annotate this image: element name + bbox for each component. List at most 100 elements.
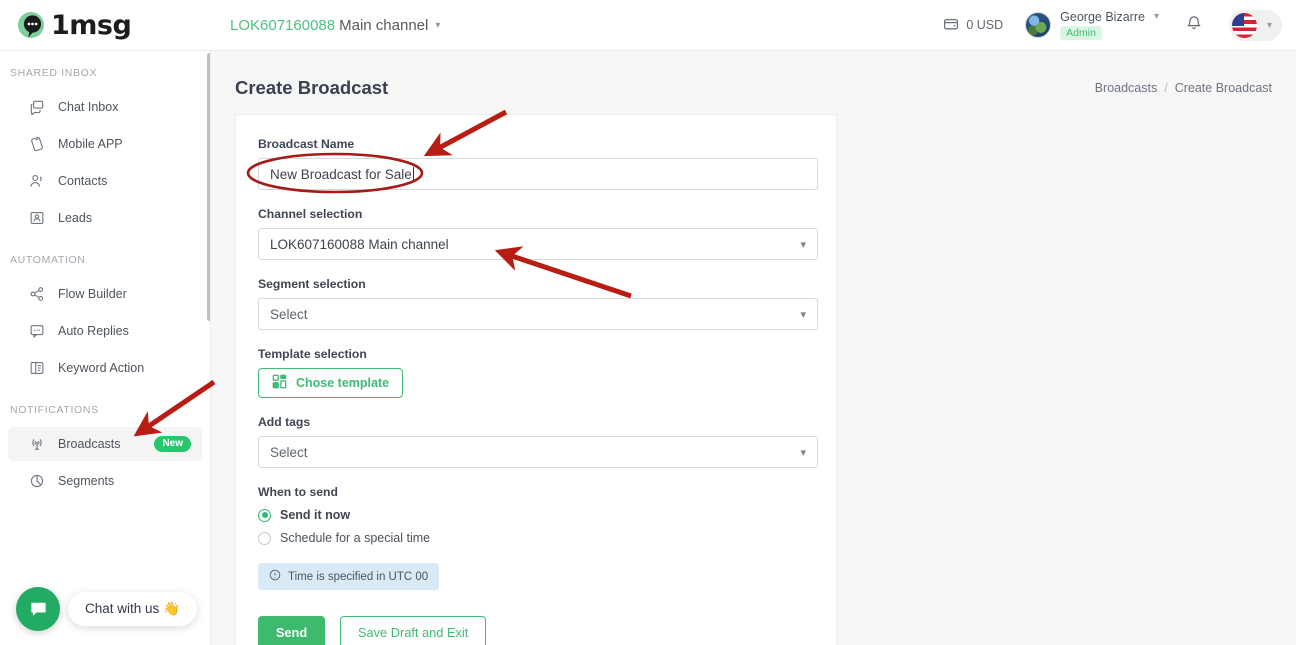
save-draft-button[interactable]: Save Draft and Exit: [340, 616, 487, 645]
template-grid-icon: [272, 374, 287, 392]
sidebar-item-broadcasts[interactable]: Broadcasts New: [8, 427, 202, 461]
sidebar-item-leads[interactable]: Leads: [8, 201, 202, 235]
sidebar-item-mobile-app[interactable]: Mobile APP: [8, 127, 202, 161]
chose-template-button[interactable]: Chose template: [258, 368, 404, 398]
radio-send-it-now[interactable]: Send it now: [258, 508, 814, 522]
sidebar-item-label: Leads: [58, 211, 93, 225]
breadcrumb-current: Create Broadcast: [1174, 81, 1272, 95]
add-tags-label: Add tags: [258, 415, 311, 429]
chose-template-label: Chose template: [296, 376, 390, 390]
page-header: Create Broadcast Broadcasts / Create Bro…: [211, 51, 1296, 105]
chevron-down-icon: ▾: [800, 446, 806, 459]
mobile-app-icon: [28, 136, 45, 153]
contacts-icon: [28, 173, 45, 190]
add-tags-dropdown[interactable]: Select ▾: [258, 436, 818, 468]
utc-note-text: Time is specified in UTC 00: [288, 570, 429, 583]
sidebar-section-title: SHARED INBOX: [10, 67, 98, 79]
radio-indicator[interactable]: [258, 508, 271, 522]
channel-switcher[interactable]: LOK607160088 Main channel ▾: [230, 17, 440, 34]
broadcast-icon: [28, 436, 45, 453]
broadcast-name-value: New Broadcast for Sale: [270, 166, 412, 182]
broadcast-name-input[interactable]: New Broadcast for Sale: [258, 158, 818, 190]
avatar: [1025, 12, 1052, 38]
send-button[interactable]: Send: [258, 616, 325, 645]
wallet-icon: [943, 16, 959, 35]
chevron-down-icon: ▾: [1153, 10, 1159, 22]
when-to-send-label: When to send: [258, 485, 338, 499]
sidebar-section-title: NOTIFICATIONS: [10, 404, 99, 416]
chevron-down-icon: ▾: [1266, 19, 1272, 31]
create-broadcast-form: Broadcast Name New Broadcast for Sale Ch…: [235, 114, 837, 645]
user-meta: George Bizarre ▾ Admin: [1060, 10, 1159, 41]
segments-icon: [28, 473, 45, 490]
channel-selection-label: Channel selection: [258, 207, 363, 221]
top-bar-right: 0 USD George Bizarre ▾ Admin ▾: [943, 9, 1296, 41]
flow-builder-icon: [28, 286, 45, 303]
radio-schedule-label: Schedule for a special time: [280, 531, 431, 545]
sidebar-item-label: Flow Builder: [58, 287, 127, 301]
broadcast-name-label: Broadcast Name: [258, 137, 355, 151]
form-actions: Send Save Draft and Exit: [258, 616, 814, 645]
sidebar-item-label: Keyword Action: [58, 361, 145, 375]
language-switcher[interactable]: ▾: [1228, 9, 1282, 41]
leads-icon: [28, 210, 45, 227]
keyword-action-icon: [28, 360, 45, 377]
radio-indicator[interactable]: [258, 531, 271, 545]
brand-logo[interactable]: 1msg: [16, 10, 206, 41]
radio-send-it-now-label: Send it now: [280, 508, 351, 522]
utc-note: Time is specified in UTC 00: [258, 563, 440, 590]
sidebar-item-contacts[interactable]: Contacts: [8, 164, 202, 198]
segment-selection-label: Segment selection: [258, 277, 366, 291]
user-name-row: George Bizarre ▾: [1060, 10, 1159, 24]
brand-name: 1msg: [51, 9, 132, 41]
text-cursor: [412, 166, 414, 182]
segment-selection-value: Select: [270, 306, 308, 322]
sidebar-item-label: Broadcasts: [58, 437, 121, 451]
chevron-down-icon: ▾: [800, 308, 806, 321]
wallet-amount: 0 USD: [966, 18, 1004, 32]
sidebar-item-flow-builder[interactable]: Flow Builder: [8, 277, 202, 311]
info-circle-icon: [269, 569, 281, 584]
segment-selection-dropdown[interactable]: Select ▾: [258, 298, 818, 330]
user-role-badge: Admin: [1060, 25, 1102, 41]
user-menu[interactable]: George Bizarre ▾ Admin: [1025, 10, 1159, 41]
chevron-down-icon: ▾: [435, 19, 441, 31]
chevron-down-icon: ▾: [800, 238, 806, 251]
channel-selection-dropdown[interactable]: LOK607160088 Main channel ▾: [258, 228, 818, 260]
us-flag-icon: [1231, 12, 1257, 38]
sidebar-item-segments[interactable]: Segments: [8, 464, 202, 498]
main-content: Create Broadcast Broadcasts / Create Bro…: [211, 51, 1296, 645]
sidebar: SHARED INBOX Chat Inbox Mobile APP Conta…: [0, 51, 211, 645]
top-bar: 1msg LOK607160088 Main channel ▾ 0 USD G…: [0, 0, 1296, 51]
sidebar-item-label: Segments: [58, 474, 115, 488]
chat-inbox-icon: [28, 99, 45, 116]
sidebar-item-label: Mobile APP: [58, 137, 123, 151]
chat-bubble-logo-icon: [16, 10, 46, 40]
sidebar-item-label: Chat Inbox: [58, 100, 119, 114]
breadcrumb: Broadcasts / Create Broadcast: [1095, 81, 1272, 95]
sidebar-item-label: Auto Replies: [58, 324, 129, 338]
sidebar-item-label: Contacts: [58, 174, 108, 188]
chat-widget[interactable]: Chat with us 👋: [16, 587, 197, 631]
breadcrumb-parent[interactable]: Broadcasts: [1095, 81, 1158, 95]
user-name: George Bizarre: [1060, 9, 1145, 24]
sidebar-item-auto-replies[interactable]: Auto Replies: [8, 314, 202, 348]
wallet-balance[interactable]: 0 USD: [943, 16, 1003, 35]
sidebar-section-title: AUTOMATION: [10, 254, 86, 266]
chat-widget-label[interactable]: Chat with us 👋: [68, 592, 197, 626]
channel-name: Main channel: [339, 16, 429, 34]
notification-bell-icon[interactable]: [1185, 14, 1203, 37]
auto-replies-icon: [28, 323, 45, 340]
channel-selection-value: LOK607160088 Main channel: [270, 236, 449, 252]
add-tags-value: Select: [270, 444, 308, 460]
chat-bubble-icon[interactable]: [16, 587, 60, 631]
page-title: Create Broadcast: [235, 77, 389, 98]
sidebar-item-badge: New: [154, 436, 191, 452]
breadcrumb-separator: /: [1164, 81, 1168, 95]
channel-id: LOK607160088: [230, 16, 336, 34]
sidebar-item-chat-inbox[interactable]: Chat Inbox: [8, 90, 202, 124]
sidebar-item-keyword-action[interactable]: Keyword Action: [8, 351, 202, 385]
template-selection-label: Template selection: [258, 347, 367, 361]
app-root: 1msg LOK607160088 Main channel ▾ 0 USD G…: [0, 0, 1296, 645]
radio-schedule-special-time[interactable]: Schedule for a special time: [258, 531, 814, 545]
